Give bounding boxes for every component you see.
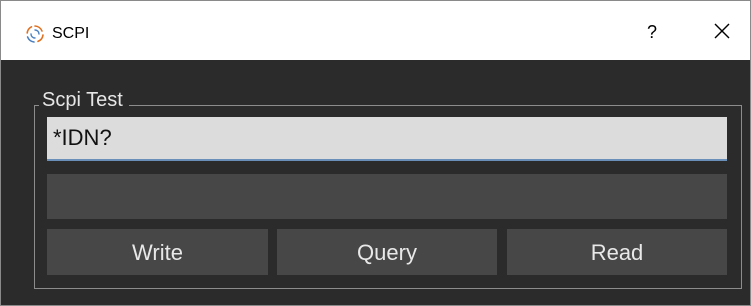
close-icon bbox=[714, 23, 730, 39]
title-bar[interactable]: SCPI ? bbox=[1, 1, 750, 60]
close-button[interactable] bbox=[704, 13, 740, 49]
write-button[interactable]: Write bbox=[47, 229, 268, 275]
command-input[interactable] bbox=[47, 117, 727, 161]
help-button[interactable]: ? bbox=[637, 17, 667, 47]
query-button[interactable]: Query bbox=[277, 229, 497, 275]
spinner-logo-icon bbox=[25, 24, 45, 44]
window-title: SCPI bbox=[52, 25, 90, 42]
response-field[interactable] bbox=[47, 174, 727, 219]
dialog-body: Scpi Test Write Query Read bbox=[1, 60, 750, 305]
scpi-dialog-window: SCPI ? Scpi Test Write Query Read bbox=[0, 0, 751, 306]
read-button[interactable]: Read bbox=[507, 229, 727, 275]
groupbox-title: Scpi Test bbox=[39, 87, 129, 113]
